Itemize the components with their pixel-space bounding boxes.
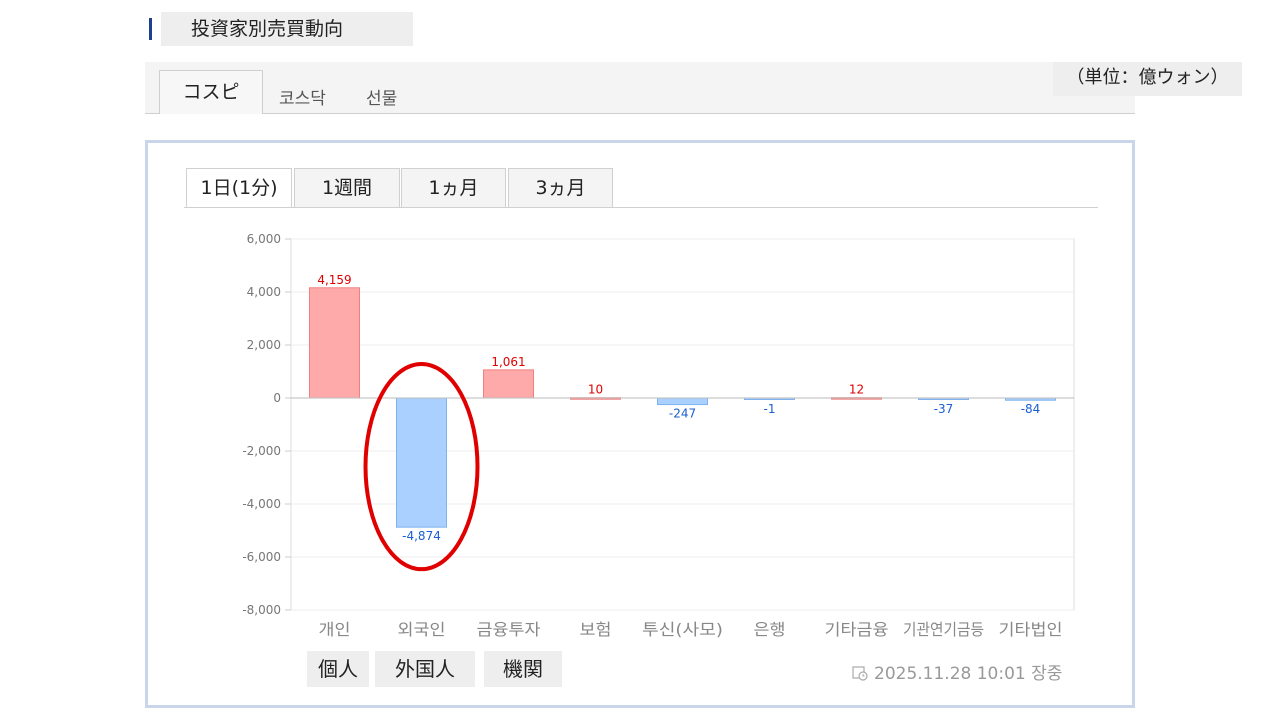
x-tick-label: 기타금융 — [825, 620, 889, 639]
data-label: -4,874 — [402, 529, 441, 543]
x-tick-label: 보험 — [580, 620, 612, 639]
data-label: 4,159 — [317, 273, 351, 287]
y-tick-label: -8,000 — [242, 603, 281, 617]
market-tabbar: コスピ 코스닥 선물 — [145, 62, 1135, 114]
x-tick-label: 기관연기금등 — [903, 620, 984, 639]
bar — [483, 369, 534, 399]
y-tick-label: 6,000 — [247, 232, 281, 246]
x-tick-label: 기타법인 — [999, 620, 1063, 639]
page-title: 投資家別売買動向 — [161, 12, 413, 46]
timestamp: 2025.11.28 10:01 장중 — [852, 659, 1062, 684]
tab-kosdaq[interactable]: 코스닥 — [279, 84, 326, 109]
y-tick-label: -2,000 — [242, 444, 281, 458]
bar-chart: 6,000 4,000 2,000 0 -2,000 -4,000 -6,000 -8,000… — [242, 232, 1075, 639]
x-tick-label: 투신(사모) — [642, 620, 723, 639]
x-tick-label: 개인 — [319, 620, 351, 639]
footer-label-foreign: 外国人 — [375, 651, 475, 687]
y-tick-label: 0 — [273, 391, 281, 405]
tab-futures[interactable]: 선물 — [366, 84, 397, 109]
timestamp-text: 2025.11.28 10:01 장중 — [874, 664, 1063, 684]
y-tick-label: -6,000 — [242, 550, 281, 564]
clock-icon — [852, 666, 868, 681]
data-label: -247 — [669, 407, 696, 421]
title-marker — [149, 18, 152, 40]
data-label: -37 — [934, 402, 954, 416]
x-tick-label: 은행 — [754, 620, 786, 639]
footer-label-individual: 個人 — [307, 651, 369, 687]
footer-label-institution: 機関 — [484, 651, 562, 687]
data-label: -1 — [764, 402, 776, 416]
data-label: 12 — [849, 383, 864, 397]
x-tick-label: 외국인 — [398, 620, 446, 639]
bar — [309, 287, 360, 399]
y-tick-label: 2,000 — [247, 338, 281, 352]
data-label: 1,061 — [491, 355, 525, 369]
unit-label: （単位：億ウォン） — [1053, 62, 1242, 96]
y-tick-label: 4,000 — [247, 285, 281, 299]
bar — [657, 397, 708, 406]
y-tick-label: -4,000 — [242, 497, 281, 511]
x-tick-label: 금융투자 — [477, 620, 541, 639]
data-label: 10 — [588, 383, 603, 397]
section-title: 投資家別売買動向 — [149, 12, 413, 46]
chart-panel: 1日(1分) 1週間 1ヵ月 3ヵ月 6,000 4,000 2,000 0 -2,00… — [145, 140, 1135, 708]
bar — [396, 397, 447, 528]
tab-kospi[interactable]: コスピ — [159, 70, 263, 114]
data-label: -84 — [1021, 402, 1041, 416]
